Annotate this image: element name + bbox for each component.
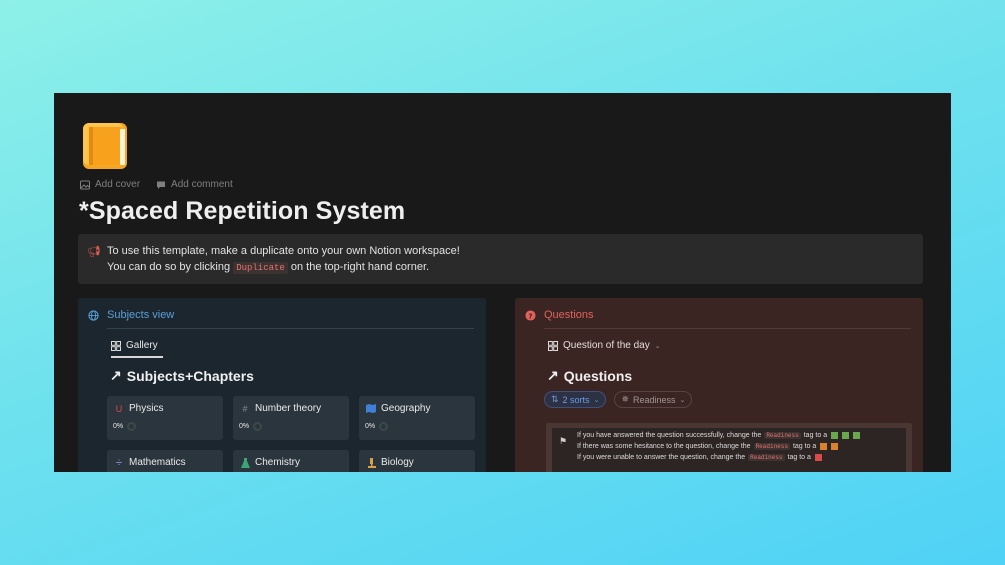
callout-block[interactable]: 📢︎ To use this template, make a duplicat… — [78, 234, 923, 284]
question-card[interactable]: ⚑ If you have answered the question succ… — [546, 423, 912, 472]
progress-ring — [379, 422, 389, 431]
instruction-line-3: If you were unable to answer the questio… — [577, 454, 822, 461]
microscope-icon — [366, 457, 376, 468]
link-arrow-icon: ↗ — [547, 367, 559, 383]
divider — [544, 328, 911, 329]
progress-value: 0% — [113, 423, 124, 430]
hash-icon: # — [242, 403, 248, 414]
chevron-down-icon: ⌄ — [654, 342, 661, 350]
orange-square-icon — [831, 443, 839, 450]
red-square-icon — [814, 454, 822, 461]
card-title: Number theory — [255, 403, 322, 414]
instructions-callout: ⚑ If you have answered the question succ… — [552, 428, 906, 472]
card-title: Biology — [381, 457, 414, 468]
card-title: Mathematics — [129, 457, 186, 468]
progress-ring — [253, 422, 263, 431]
chevron-down-icon: ⌄ — [679, 396, 686, 404]
tab-gallery-label: Gallery — [126, 340, 158, 351]
image-icon — [80, 180, 90, 189]
card-geography[interactable]: Geography 0% — [359, 396, 475, 440]
green-square-icon — [853, 432, 861, 439]
flag-icon: ⚑ — [559, 436, 568, 446]
divider — [107, 328, 474, 329]
card-title: Physics — [129, 403, 164, 414]
subjects-view-header[interactable]: Subjects view — [88, 309, 174, 321]
readiness-code: Readiness — [753, 443, 790, 450]
card-mathematics[interactable]: ➗︎ Mathematics — [107, 450, 223, 472]
gallery-icon — [548, 340, 558, 351]
sorts-label: 2 sorts — [562, 394, 590, 405]
readiness-filter-label: Readiness — [632, 394, 676, 405]
page-title[interactable]: *Spaced Repetition System — [79, 197, 405, 226]
add-comment-label: Add comment — [171, 179, 233, 190]
map-icon — [366, 404, 376, 414]
readiness-code: Readiness — [764, 432, 801, 439]
globe-icon — [88, 309, 99, 321]
instruction-line-2: If there was some hesitance to the quest… — [577, 443, 839, 450]
tab-question-of-the-day[interactable]: Question of the day ⌄ — [548, 340, 661, 356]
flask-icon — [240, 457, 250, 468]
filter-bar: ⇅ 2 sorts ⌄ ✵ Readiness ⌄ — [544, 391, 693, 408]
add-comment-button[interactable]: Add comment — [156, 179, 233, 190]
progress-value: 0% — [239, 423, 250, 430]
questions-db-title-label: Questions — [563, 367, 633, 384]
instruction-suffix: tag to a — [803, 432, 828, 439]
gallery-icon — [111, 340, 121, 351]
duplicate-code: Duplicate — [233, 262, 288, 274]
subjects-db-title-label: Subjects+Chapters — [126, 367, 254, 384]
notion-page: Add cover Add comment *Spaced Repetition… — [54, 93, 951, 472]
subjects-panel: Subjects view Gallery ↗ Subjects+Chapter… — [78, 298, 486, 472]
loading-icon: ✵ — [621, 394, 629, 404]
readiness-code: Readiness — [748, 454, 785, 461]
callout-line-2: You can do so by clicking Duplicate on t… — [107, 259, 429, 276]
callout-line-2-prefix: You can do so by clicking — [107, 261, 231, 273]
questions-db-title[interactable]: ↗ Questions — [547, 367, 632, 384]
comment-icon — [157, 181, 166, 189]
instruction-text: If you were unable to answer the questio… — [577, 454, 746, 461]
page-meta-row: Add cover Add comment — [80, 179, 233, 190]
green-square-icon — [831, 432, 839, 439]
card-physics[interactable]: U Physics 0% — [107, 396, 223, 440]
card-title: Geography — [381, 403, 431, 414]
megaphone-icon: 📢︎ — [87, 246, 101, 258]
progress-value: 0% — [365, 423, 376, 430]
link-arrow-icon: ↗ — [110, 367, 122, 383]
callout-line-1: To use this template, make a duplicate o… — [107, 245, 460, 257]
orange-square-icon — [820, 443, 828, 450]
instruction-suffix: tag to a — [792, 443, 817, 450]
instruction-line-1: If you have answered the question succes… — [577, 432, 861, 439]
card-biology[interactable]: Biology — [359, 450, 475, 472]
instruction-text: If there was some hesitance to the quest… — [577, 443, 751, 450]
questions-header[interactable]: ? Questions — [525, 309, 594, 321]
green-square-icon — [842, 432, 850, 439]
questions-panel: ? Questions Question of the day ⌄ ↗ Ques… — [515, 298, 923, 472]
callout-line-2-suffix: on the top-right hand corner. — [290, 261, 430, 273]
question-icon: ? — [525, 309, 536, 321]
tab-question-of-the-day-label: Question of the day — [563, 340, 650, 351]
card-title: Chemistry — [255, 457, 301, 468]
orange-book-icon[interactable] — [80, 121, 130, 171]
progress-ring — [127, 422, 137, 431]
card-chemistry[interactable]: Chemistry — [233, 450, 349, 472]
readiness-filter-chip[interactable]: ✵ Readiness ⌄ — [614, 391, 693, 408]
svg-text:?: ? — [528, 311, 532, 320]
chevron-down-icon: ⌄ — [593, 396, 600, 404]
sorts-chip[interactable]: ⇅ 2 sorts ⌄ — [544, 391, 607, 408]
add-cover-button[interactable]: Add cover — [80, 179, 140, 190]
math-icon: ➗︎ — [115, 457, 123, 467]
card-number-theory[interactable]: # Number theory 0% — [233, 396, 349, 440]
tab-gallery[interactable]: Gallery — [111, 340, 163, 358]
sort-icon: ⇅ — [551, 394, 559, 404]
subjects-view-label: Subjects view — [107, 309, 175, 321]
questions-header-label: Questions — [544, 309, 594, 321]
subjects-db-title[interactable]: ↗ Subjects+Chapters — [110, 367, 254, 384]
instruction-suffix: tag to a — [787, 454, 811, 461]
magnet-icon: U — [115, 403, 123, 414]
instruction-text: If you have answered the question succes… — [577, 432, 762, 439]
add-cover-label: Add cover — [95, 179, 141, 190]
